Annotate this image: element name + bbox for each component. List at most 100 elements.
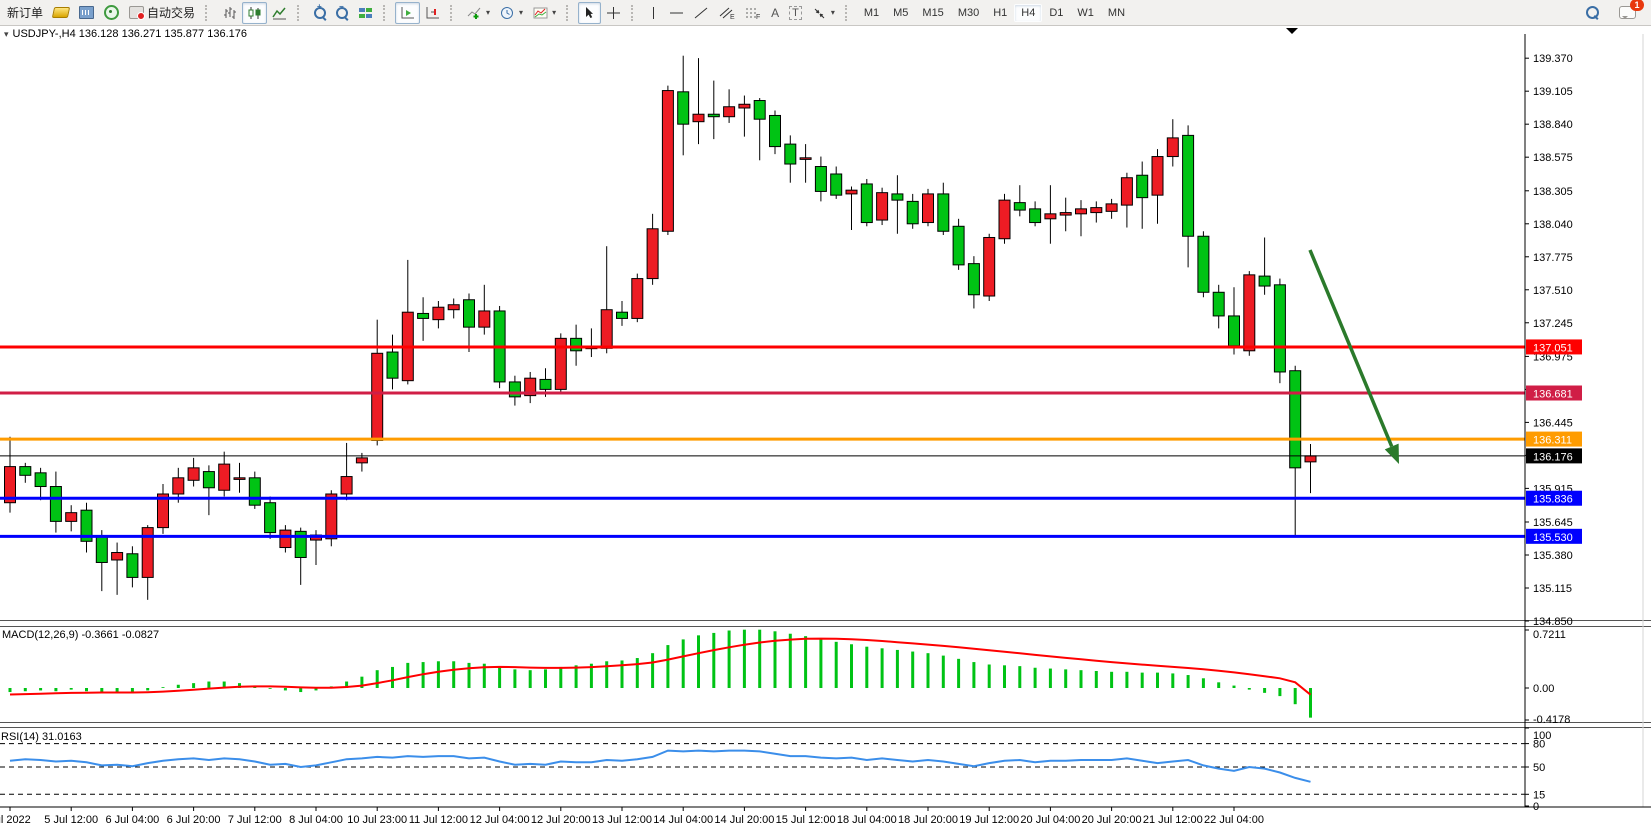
svg-text:135.645: 135.645 [1533, 517, 1573, 529]
candle [938, 194, 949, 231]
macd-panel [10, 630, 1311, 718]
candle [907, 201, 918, 223]
candle [96, 536, 107, 562]
svg-text:12 Jul 20:00: 12 Jul 20:00 [531, 814, 591, 826]
svg-text:15 Jul 12:00: 15 Jul 12:00 [776, 814, 836, 826]
candle [280, 530, 291, 547]
candle [693, 114, 704, 121]
svg-text:0.7211: 0.7211 [1533, 629, 1566, 641]
candle [265, 503, 276, 533]
candle [754, 101, 765, 120]
svg-text:136.445: 136.445 [1533, 417, 1573, 429]
svg-text:13 Jul 12:00: 13 Jul 12:00 [592, 814, 652, 826]
rsi-indicator-label: RSI(14) 31.0163 [1, 731, 82, 743]
svg-text:135.380: 135.380 [1533, 550, 1573, 562]
candle [326, 494, 337, 539]
candle [219, 464, 230, 490]
price-badge-135.530: 135.530 [1526, 529, 1582, 544]
candle [1305, 456, 1316, 462]
chart-expander-icon[interactable]: ▾ [4, 29, 9, 39]
candle [1244, 275, 1255, 351]
svg-text:20 Jul 20:00: 20 Jul 20:00 [1082, 814, 1142, 826]
candle [877, 193, 888, 220]
price-badge-136.681: 136.681 [1526, 386, 1582, 401]
candle [1060, 213, 1071, 215]
svg-text:12 Jul 04:00: 12 Jul 04:00 [470, 814, 530, 826]
candle [20, 467, 31, 476]
candle [815, 167, 826, 192]
candle [448, 305, 459, 310]
macd-indicator-label: MACD(12,26,9) -0.3661 -0.0827 [2, 629, 159, 641]
svg-text:18 Jul 20:00: 18 Jul 20:00 [898, 814, 958, 826]
svg-text:135.836: 135.836 [1533, 494, 1573, 506]
candle [770, 115, 781, 146]
svg-text:50: 50 [1533, 762, 1545, 774]
rsi-line [10, 751, 1311, 782]
price-badge-135.836: 135.836 [1526, 491, 1582, 506]
svg-text:10 Jul 23:00: 10 Jul 23:00 [347, 814, 407, 826]
svg-text:8 Jul 04:00: 8 Jul 04:00 [289, 814, 343, 826]
svg-text:134.850: 134.850 [1533, 616, 1573, 628]
svg-text:6 Jul 20:00: 6 Jul 20:00 [167, 814, 221, 826]
candle [1152, 157, 1163, 196]
candle [785, 144, 796, 164]
candle [1229, 316, 1240, 346]
candle [647, 229, 658, 279]
candle [433, 307, 444, 319]
candle [188, 468, 199, 480]
candle [341, 477, 352, 494]
svg-text:137.245: 137.245 [1533, 318, 1573, 330]
svg-text:14 Jul 20:00: 14 Jul 20:00 [714, 814, 774, 826]
candle [1121, 178, 1132, 205]
svg-text:Jul 2022: Jul 2022 [0, 814, 31, 826]
svg-text:139.105: 139.105 [1533, 86, 1573, 98]
price-badge-136.311: 136.311 [1526, 432, 1582, 447]
candle [846, 190, 857, 194]
svg-text:136.311: 136.311 [1533, 435, 1572, 447]
candle [739, 104, 750, 108]
svg-text:139.370: 139.370 [1533, 53, 1573, 65]
svg-text:137.775: 137.775 [1533, 252, 1573, 264]
svg-text:137.051: 137.051 [1533, 342, 1573, 354]
candle [1091, 208, 1102, 213]
candle [1183, 135, 1194, 236]
sell-arrow-annotation[interactable] [1310, 250, 1399, 464]
svg-text:15: 15 [1533, 789, 1545, 801]
candle [1213, 292, 1224, 316]
candle [418, 313, 429, 318]
price-axis[interactable]: 139.370139.105138.840138.575138.305138.0… [1525, 34, 1643, 813]
candle [1045, 214, 1056, 219]
candle [387, 352, 398, 378]
svg-text:19 Jul 12:00: 19 Jul 12:00 [959, 814, 1019, 826]
svg-text:138.305: 138.305 [1533, 186, 1573, 198]
candle [662, 91, 673, 232]
svg-text:80: 80 [1533, 739, 1545, 751]
candle [999, 200, 1010, 239]
candle [892, 194, 903, 200]
candle [1167, 138, 1178, 157]
candle [1014, 203, 1025, 210]
chart-title-text: USDJPY-,H4 136.128 136.271 135.877 136.1… [13, 28, 247, 40]
svg-text:-0.4178: -0.4178 [1533, 714, 1570, 726]
candle [831, 174, 842, 195]
candle [632, 279, 643, 319]
candle [464, 300, 475, 327]
candle [35, 473, 46, 487]
chart-shift-marker-icon[interactable] [1286, 28, 1298, 34]
svg-text:0.00: 0.00 [1533, 683, 1554, 695]
time-axis[interactable]: Jul 20225 Jul 12:006 Jul 04:006 Jul 20:0… [0, 807, 1651, 826]
arrow-head-icon [1385, 444, 1399, 464]
svg-text:22 Jul 04:00: 22 Jul 04:00 [1204, 814, 1264, 826]
chart-title[interactable]: ▾ USDJPY-,H4 136.128 136.271 135.877 136.… [4, 28, 247, 40]
candle [1030, 209, 1041, 223]
candle [112, 553, 123, 560]
svg-text:7 Jul 12:00: 7 Jul 12:00 [228, 814, 282, 826]
candle [861, 184, 872, 223]
svg-text:138.575: 138.575 [1533, 152, 1573, 164]
candle [1290, 371, 1301, 468]
svg-text:135.530: 135.530 [1533, 532, 1573, 544]
candle [1274, 285, 1285, 372]
svg-text:18 Jul 04:00: 18 Jul 04:00 [837, 814, 897, 826]
chart-canvas[interactable]: 139.370139.105138.840138.575138.305138.0… [0, 0, 1651, 830]
candle [923, 194, 934, 223]
